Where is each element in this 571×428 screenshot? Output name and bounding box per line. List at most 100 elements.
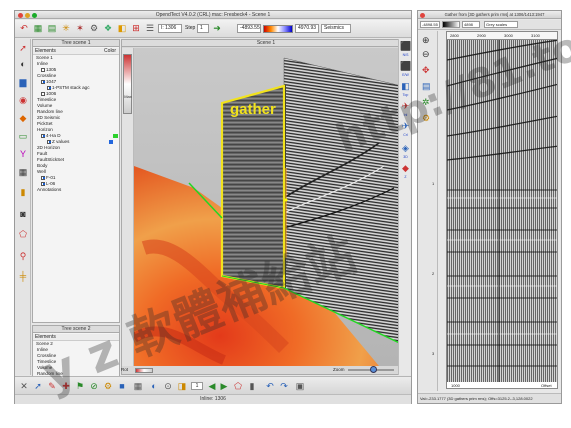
axes-icon[interactable]: Y: [18, 149, 28, 159]
survey-icon[interactable]: ▦: [33, 23, 43, 33]
well-icon[interactable]: ⚙: [89, 23, 99, 33]
gather-traces: [447, 40, 557, 382]
colorbar[interactable]: [263, 25, 293, 33]
seismic-icon[interactable]: ▤: [47, 23, 57, 33]
view-e-icon[interactable]: ⬛: [400, 61, 411, 72]
arrow-right-icon[interactable]: ➜: [212, 23, 222, 33]
colorbar-icon[interactable]: ▮: [18, 187, 28, 197]
checkbox[interactable]: [47, 139, 51, 144]
undo-icon[interactable]: ↶: [19, 23, 29, 33]
color-icon[interactable]: ◨: [177, 381, 187, 391]
gather-window-title: Gather from [3D gathers prim rms] at 130…: [444, 12, 545, 17]
display-icon[interactable]: ◐: [149, 381, 159, 391]
arrow-right-nav-icon[interactable]: ▶: [219, 381, 229, 391]
pan-icon[interactable]: ✥: [422, 65, 430, 76]
zvalues-color-swatch: [109, 140, 113, 144]
pointer-icon[interactable]: ➚: [18, 43, 28, 53]
redo-arrow-icon[interactable]: ↷: [279, 381, 289, 391]
color-min-field[interactable]: -4893.55: [237, 24, 261, 33]
gather-min-field[interactable]: -4898.55: [420, 21, 440, 28]
gather-depth-tick-1: 1: [432, 181, 435, 186]
polygon-select-icon[interactable]: ⬠: [233, 381, 243, 391]
pickset-icon[interactable]: ◧: [117, 23, 127, 33]
zoom-in-icon[interactable]: ⊕: [422, 35, 430, 46]
view-n-icon[interactable]: ⬛: [400, 41, 411, 52]
scene-viewer[interactable]: Scene 1 Max gather: [121, 39, 411, 375]
track-icon[interactable]: ⊘: [89, 381, 99, 391]
step-field[interactable]: 1: [197, 24, 209, 33]
checkbox[interactable]: [41, 181, 45, 186]
view-n-label: N/S: [402, 53, 409, 57]
inline-number-field[interactable]: I: 1306: [158, 24, 182, 33]
camera-icon[interactable]: ◙: [18, 209, 28, 219]
settings-icon[interactable]: ⚙: [103, 381, 113, 391]
undo-arrow-icon[interactable]: ↶: [265, 381, 275, 391]
zoom-icon[interactable]: ◉: [18, 95, 28, 105]
keep-icon[interactable]: ⊙: [163, 381, 173, 391]
report-icon[interactable]: ⊞: [131, 23, 141, 33]
zoom-out-icon[interactable]: ⊖: [422, 49, 430, 60]
checkbox[interactable]: [41, 91, 45, 96]
seed-icon[interactable]: ⚑: [75, 381, 85, 391]
gather-display[interactable]: 2800 2900 3000 3100 1000 Offset: [446, 31, 558, 389]
ruler-icon[interactable]: ╪: [18, 271, 28, 281]
horizon-icon[interactable]: ✶: [75, 23, 85, 33]
checkbox[interactable]: [41, 133, 45, 138]
draw-icon[interactable]: ✎: [47, 381, 57, 391]
wavelet-icon[interactable]: ❖: [103, 23, 113, 33]
arrow-left-icon[interactable]: ◀: [207, 381, 217, 391]
view-inl-icon[interactable]: ✈: [400, 101, 411, 112]
wva-icon[interactable]: ▤: [422, 81, 431, 92]
horizon-color-swatch: [113, 134, 118, 138]
scene-icon[interactable]: ▦: [133, 381, 143, 391]
grid-icon[interactable]: ▦: [18, 167, 28, 177]
scene-max-label: Max: [124, 94, 132, 99]
color-max-field[interactable]: 4970.93: [295, 24, 319, 33]
view-inl-label: Inl: [403, 113, 408, 117]
tree-item-annotations[interactable]: Annotations: [37, 187, 61, 193]
gather-titlebar: Gather from [3D gathers prim rms] at 130…: [418, 11, 561, 19]
rotation-thumbwheel[interactable]: [135, 368, 153, 373]
orientation-icon[interactable]: ◆: [18, 113, 28, 123]
properties-icon[interactable]: ✲: [422, 97, 430, 108]
crossplot-icon[interactable]: ☰: [145, 23, 155, 33]
gather-status-bar: Val=-233.1777 (3D gathers prim rms); Off…: [418, 393, 561, 403]
pick-icon[interactable]: ✚: [61, 381, 71, 391]
view-z-icon[interactable]: ◆: [400, 163, 411, 174]
gather-colortable-select[interactable]: Grey scales: [484, 21, 518, 28]
select-icon[interactable]: ▆: [18, 77, 28, 87]
gather-max-field[interactable]: 4898: [462, 21, 480, 28]
pin-icon[interactable]: ⚲: [18, 251, 28, 261]
checkbox[interactable]: [41, 175, 45, 180]
gather-annotation: gather: [230, 101, 276, 118]
home-icon[interactable]: ▭: [18, 131, 28, 141]
fill-icon[interactable]: ■: [117, 381, 127, 391]
pointer-tool-icon[interactable]: ➚: [33, 381, 43, 391]
view-crl-icon[interactable]: ✈: [400, 121, 411, 132]
trash-icon[interactable]: ▮: [247, 381, 257, 391]
tree-panel-2-title: Tree scene 2: [33, 326, 119, 333]
tools-icon[interactable]: ✕: [19, 381, 29, 391]
view-3d-label: 3D: [403, 155, 408, 159]
checkbox[interactable]: [47, 85, 51, 90]
step-spinner[interactable]: 1: [191, 382, 203, 390]
gather-colorbar[interactable]: [442, 21, 460, 28]
scene-side-rail: Max: [122, 48, 134, 366]
view-icon[interactable]: ◐: [18, 59, 28, 69]
checkbox[interactable]: [41, 79, 45, 84]
save-icon[interactable]: ▣: [295, 381, 305, 391]
view-top-icon[interactable]: ◧: [400, 81, 411, 92]
view-z-label: Z: [404, 175, 407, 179]
view-3d-icon[interactable]: ◈: [400, 143, 411, 154]
colortable-select[interactable]: Seismics: [321, 24, 351, 33]
polygon-icon[interactable]: ⬠: [18, 229, 28, 239]
zoom-slider-thumb[interactable]: [370, 366, 377, 373]
checkbox[interactable]: [41, 67, 45, 72]
gather-settings-icon[interactable]: ⚙: [422, 113, 430, 124]
close-gather-button[interactable]: [420, 13, 425, 18]
right-rail: ⬛ N/S ⬛ E/W ◧ Top ✈ Inl ✈ Crl ◈ 3D ◆ Z: [398, 39, 411, 375]
gather-toolbar: -4898.55 4898 Grey scales: [418, 20, 561, 30]
attribute-icon[interactable]: ✳: [61, 23, 71, 33]
scene-thumbwheel[interactable]: [123, 54, 132, 114]
seismic-3d-scene[interactable]: gather: [134, 48, 410, 366]
